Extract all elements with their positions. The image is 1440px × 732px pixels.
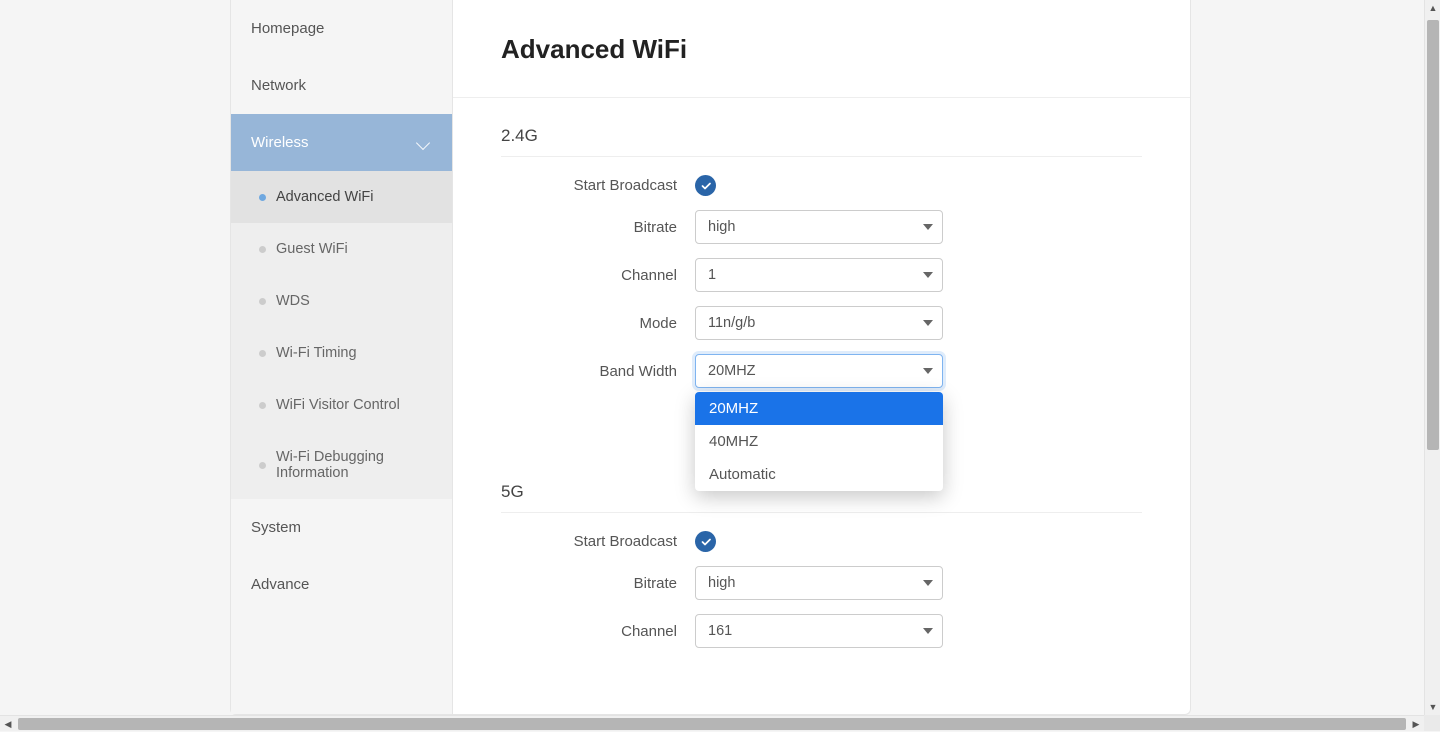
dropdown-option[interactable]: 40MHZ — [695, 425, 943, 458]
sidebar-item-system[interactable]: System — [231, 499, 452, 556]
select-bitrate-5g[interactable]: high — [695, 566, 943, 600]
app-container: Homepage Network Wireless Advanced WiFi — [230, 0, 1191, 715]
sidebar-item-advance[interactable]: Advance — [231, 556, 452, 613]
bullet-icon — [259, 194, 266, 201]
label-bitrate: Bitrate — [501, 575, 695, 592]
row-bitrate-5g: Bitrate high — [501, 566, 1142, 600]
sidebar-subitem-label: Guest WiFi — [276, 241, 348, 257]
sidebar-item-label: Network — [251, 77, 306, 94]
row-channel-5g: Channel 161 — [501, 614, 1142, 648]
label-mode: Mode — [501, 315, 695, 332]
sidebar-submenu-wireless: Advanced WiFi Guest WiFi WDS Wi-Fi Timin… — [231, 171, 452, 499]
select-channel-5g[interactable]: 161 — [695, 614, 943, 648]
dropdown-option[interactable]: 20MHZ — [695, 392, 943, 425]
label-channel: Channel — [501, 623, 695, 640]
select-bandwidth-24g[interactable]: 20MHZ — [695, 354, 943, 388]
row-start-broadcast-5g: Start Broadcast — [501, 531, 1142, 552]
scroll-right-arrow-icon[interactable]: ▶ — [1408, 716, 1424, 732]
toggle-start-broadcast-24g[interactable] — [695, 175, 716, 196]
vertical-scrollbar[interactable]: ▲ ▼ — [1424, 0, 1440, 715]
row-bitrate-24g: Bitrate high — [501, 210, 1142, 244]
sidebar-subitem-wifi-debugging-information[interactable]: Wi-Fi Debugging Information — [231, 431, 452, 499]
sidebar-subitem-guest-wifi[interactable]: Guest WiFi — [231, 223, 452, 275]
section-2-4g: 2.4G Start Broadcast Bitrate high — [453, 98, 1190, 482]
sidebar-item-label: Wireless — [251, 134, 309, 151]
section-title: 2.4G — [501, 126, 1142, 157]
toggle-start-broadcast-5g[interactable] — [695, 531, 716, 552]
sidebar-subitem-label: Advanced WiFi — [276, 189, 374, 205]
sidebar-item-homepage[interactable]: Homepage — [231, 0, 452, 57]
scroll-up-arrow-icon[interactable]: ▲ — [1425, 0, 1440, 16]
sidebar-subitem-wifi-timing[interactable]: Wi-Fi Timing — [231, 327, 452, 379]
select-channel-24g[interactable]: 1 — [695, 258, 943, 292]
label-bandwidth: Band Width — [501, 363, 695, 380]
bullet-icon — [259, 350, 266, 357]
sidebar-item-network[interactable]: Network — [231, 57, 452, 114]
dropdown-option[interactable]: Automatic — [695, 458, 943, 491]
sidebar-subitem-wds[interactable]: WDS — [231, 275, 452, 327]
row-channel-24g: Channel 1 — [501, 258, 1142, 292]
horizontal-scroll-thumb[interactable] — [18, 718, 1406, 730]
label-bitrate: Bitrate — [501, 219, 695, 236]
sidebar: Homepage Network Wireless Advanced WiFi — [231, 0, 453, 714]
bullet-icon — [259, 298, 266, 305]
sidebar-subitem-label: Wi-Fi Timing — [276, 345, 357, 361]
sidebar-item-label: Advance — [251, 576, 309, 593]
sidebar-subitem-label: WiFi Visitor Control — [276, 397, 400, 413]
select-mode-24g[interactable]: 11n/g/b — [695, 306, 943, 340]
label-start-broadcast: Start Broadcast — [501, 533, 695, 550]
sidebar-subitem-advanced-wifi[interactable]: Advanced WiFi — [231, 171, 452, 223]
sidebar-item-wireless[interactable]: Wireless — [231, 114, 452, 171]
page-title: Advanced WiFi — [453, 0, 1190, 98]
scrollbar-corner — [1424, 715, 1440, 731]
row-start-broadcast-24g: Start Broadcast — [501, 175, 1142, 196]
select-bitrate-24g[interactable]: high — [695, 210, 943, 244]
scroll-left-arrow-icon[interactable]: ◀ — [0, 716, 16, 732]
horizontal-scrollbar[interactable]: ◀ ▶ — [0, 715, 1424, 731]
chevron-down-icon — [416, 135, 430, 149]
scroll-down-arrow-icon[interactable]: ▼ — [1425, 699, 1440, 715]
bullet-icon — [259, 246, 266, 253]
label-start-broadcast: Start Broadcast — [501, 177, 695, 194]
check-icon — [700, 180, 712, 192]
row-mode-24g: Mode 11n/g/b — [501, 306, 1142, 340]
main-content: Advanced WiFi 2.4G Start Broadcast Bitra… — [453, 0, 1190, 714]
section-5g: 5G Start Broadcast Bitrate high — [453, 482, 1190, 672]
sidebar-subitem-label: WDS — [276, 293, 310, 309]
sidebar-subitem-wifi-visitor-control[interactable]: WiFi Visitor Control — [231, 379, 452, 431]
check-icon — [700, 536, 712, 548]
sidebar-item-label: Homepage — [251, 20, 324, 37]
dropdown-bandwidth-24g: 20MHZ 40MHZ Automatic — [695, 392, 943, 491]
sidebar-subitem-label: Wi-Fi Debugging Information — [276, 449, 442, 481]
sidebar-item-label: System — [251, 519, 301, 536]
bullet-icon — [259, 402, 266, 409]
vertical-scroll-thumb[interactable] — [1427, 20, 1439, 450]
label-channel: Channel — [501, 267, 695, 284]
bullet-icon — [259, 462, 266, 469]
row-bandwidth-24g: Band Width 20MHZ 20MHZ 40MHZ Automatic — [501, 354, 1142, 388]
